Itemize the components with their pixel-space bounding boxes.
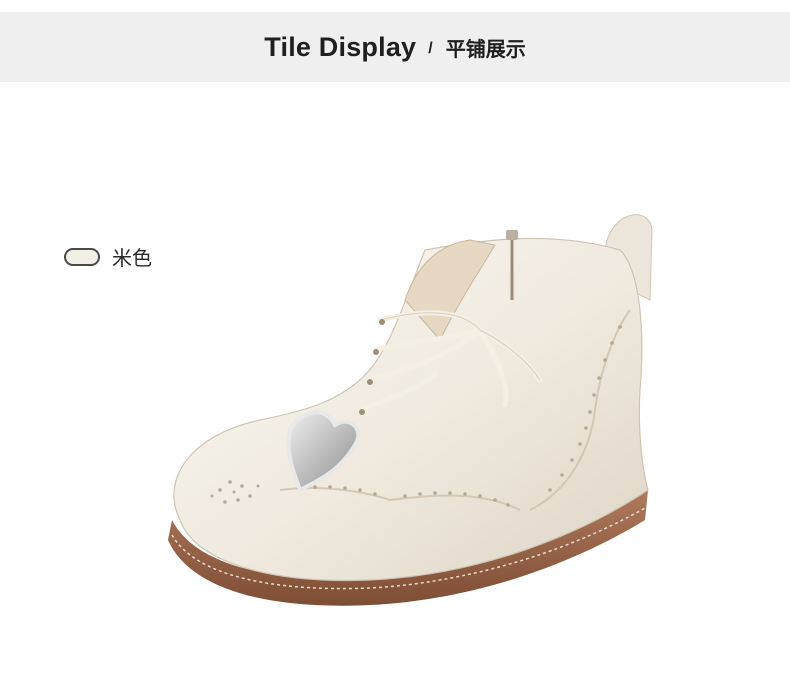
- product-image: [150, 190, 670, 630]
- color-option[interactable]: 米色: [64, 242, 152, 271]
- section-title: Tile Display / 平铺展示: [264, 32, 525, 63]
- section-header: Tile Display / 平铺展示: [0, 12, 790, 82]
- ankle-boot-icon: [168, 214, 653, 606]
- title-separator: /: [428, 40, 433, 57]
- color-label: 米色: [112, 246, 152, 270]
- title-chinese: 平铺展示: [445, 36, 526, 61]
- color-swatch[interactable]: [64, 247, 100, 266]
- title-english: Tile Display: [264, 31, 417, 62]
